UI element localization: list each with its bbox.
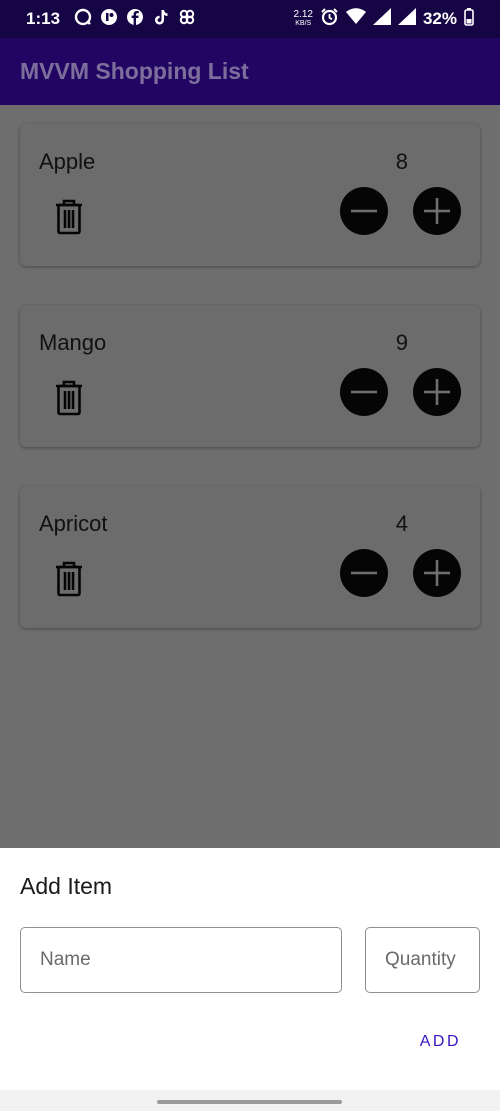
signal-2-icon: [397, 8, 416, 30]
app-title: MVVM Shopping List: [20, 58, 249, 84]
minus-icon: [351, 571, 377, 575]
delete-icon[interactable]: [54, 561, 84, 597]
item-name: Apple: [39, 149, 96, 174]
decrease-quantity-button[interactable]: [340, 549, 388, 597]
wifi-icon: [345, 8, 366, 30]
item-quantity: 9: [395, 330, 408, 355]
name-input[interactable]: [40, 949, 341, 971]
signal-icon: [372, 8, 391, 30]
home-gesture-handle[interactable]: [157, 1100, 342, 1104]
net-speed-value: 2.12: [293, 9, 313, 20]
pinwheel-icon: [178, 8, 196, 31]
status-time: 1:13: [26, 9, 61, 28]
o-notification-icon: [74, 8, 92, 31]
status-right: 2.12 KB/S 32%: [294, 7, 475, 31]
net-speed: 2.12 KB/S: [294, 10, 313, 28]
decrease-quantity-button[interactable]: [340, 187, 388, 235]
item-name: Apricot: [39, 511, 108, 536]
minus-icon: [351, 209, 377, 213]
navigation-bar: [0, 1090, 500, 1111]
delete-icon[interactable]: [54, 199, 84, 235]
add-button[interactable]: ADD: [420, 1033, 461, 1051]
item-quantity: 8: [395, 149, 408, 174]
name-field[interactable]: [20, 927, 342, 993]
quantity-input[interactable]: [385, 949, 479, 971]
decrease-quantity-button[interactable]: [340, 368, 388, 416]
shopping-item-card: Apricot 4: [20, 486, 480, 628]
alarm-icon: [320, 7, 339, 31]
fb-messenger-icon: [100, 8, 118, 31]
net-speed-unit: KB/S: [295, 20, 312, 27]
tiktok-icon: [152, 8, 170, 31]
add-item-dialog: Add Item ADD: [0, 848, 500, 1111]
item-quantity: 4: [395, 511, 408, 536]
battery-icon: [464, 7, 474, 31]
dialog-title: Add Item: [20, 873, 113, 899]
plus-icon: [424, 379, 450, 405]
shopping-item-card: Apple 8: [20, 124, 480, 266]
plus-icon: [424, 560, 450, 586]
increase-quantity-button[interactable]: [413, 549, 461, 597]
item-name: Mango: [39, 330, 107, 355]
plus-icon: [424, 198, 450, 224]
shopping-item-card: Mango 9: [20, 305, 480, 447]
status-left: 1:13: [26, 8, 196, 31]
app-bar: MVVM Shopping List: [0, 38, 500, 105]
facebook-icon: [126, 8, 144, 31]
delete-icon[interactable]: [54, 380, 84, 416]
quantity-field[interactable]: [365, 927, 480, 993]
increase-quantity-button[interactable]: [413, 368, 461, 416]
status-bar: 1:13 2.12 KB/S 32%: [0, 0, 500, 38]
battery-percent: 32%: [422, 9, 457, 28]
minus-icon: [351, 390, 377, 394]
increase-quantity-button[interactable]: [413, 187, 461, 235]
